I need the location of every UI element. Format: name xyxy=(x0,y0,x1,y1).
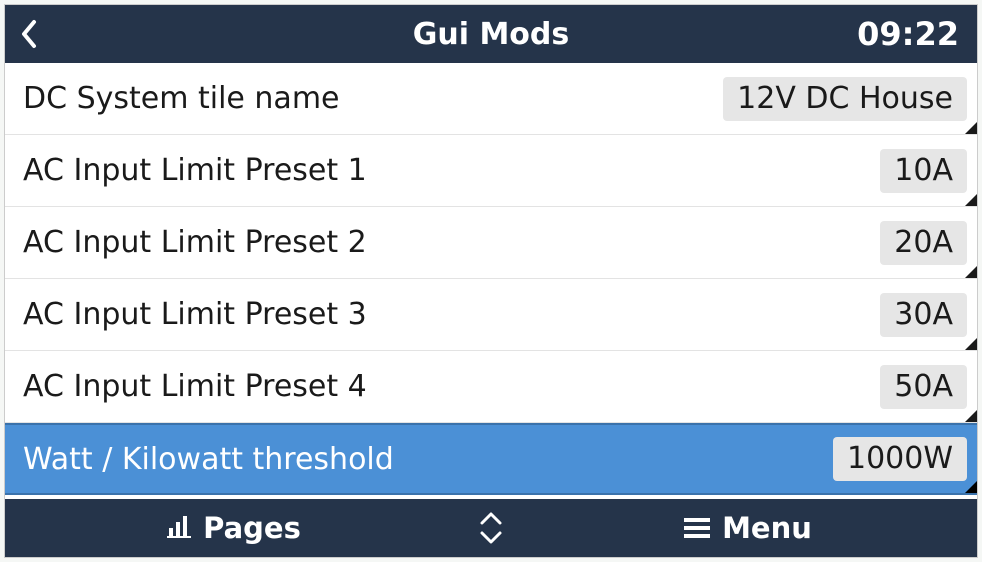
row-value: 12V DC House xyxy=(723,77,967,121)
pages-label: Pages xyxy=(203,511,301,545)
row-value: 50A xyxy=(880,365,967,409)
row-value: 20A xyxy=(880,221,967,265)
editable-indicator-icon xyxy=(965,338,977,350)
row-ac-input-limit-preset-2[interactable]: AC Input Limit Preset 2 20A xyxy=(5,207,977,279)
row-ac-input-limit-preset-1[interactable]: AC Input Limit Preset 1 10A xyxy=(5,135,977,207)
row-dc-system-tile-name[interactable]: DC System tile name 12V DC House xyxy=(5,63,977,135)
chevron-up-down-icon xyxy=(478,510,504,546)
editable-indicator-icon xyxy=(965,122,977,134)
menu-button[interactable]: Menu xyxy=(519,511,977,545)
row-ac-input-limit-preset-3[interactable]: AC Input Limit Preset 3 30A xyxy=(5,279,977,351)
row-label: Watt / Kilowatt threshold xyxy=(23,442,833,477)
footer-bar: Pages Menu xyxy=(5,499,977,557)
bar-chart-icon xyxy=(167,511,191,545)
row-value: 1000W xyxy=(833,437,967,481)
row-value: 10A xyxy=(880,149,967,193)
row-label: AC Input Limit Preset 3 xyxy=(23,297,880,332)
row-ac-input-limit-preset-4[interactable]: AC Input Limit Preset 4 50A xyxy=(5,351,977,423)
row-value: 30A xyxy=(880,293,967,337)
scroll-indicator xyxy=(463,510,519,546)
chevron-left-icon xyxy=(19,18,39,50)
row-label: AC Input Limit Preset 2 xyxy=(23,225,880,260)
row-label: AC Input Limit Preset 1 xyxy=(23,153,880,188)
row-label: AC Input Limit Preset 4 xyxy=(23,369,880,404)
editable-indicator-icon xyxy=(965,481,977,493)
hamburger-icon xyxy=(684,511,710,545)
clock: 09:22 xyxy=(857,15,959,53)
pages-button[interactable]: Pages xyxy=(5,511,463,545)
editable-indicator-icon xyxy=(965,266,977,278)
editable-indicator-icon xyxy=(965,194,977,206)
menu-label: Menu xyxy=(722,511,812,545)
row-watt-kilowatt-threshold[interactable]: Watt / Kilowatt threshold 1000W xyxy=(5,423,977,495)
header-bar: Gui Mods 09:22 xyxy=(5,5,977,63)
settings-list: DC System tile name 12V DC House AC Inpu… xyxy=(5,63,977,499)
editable-indicator-icon xyxy=(965,410,977,422)
back-button[interactable] xyxy=(19,5,59,63)
page-title: Gui Mods xyxy=(5,17,977,52)
row-label: DC System tile name xyxy=(23,81,723,116)
